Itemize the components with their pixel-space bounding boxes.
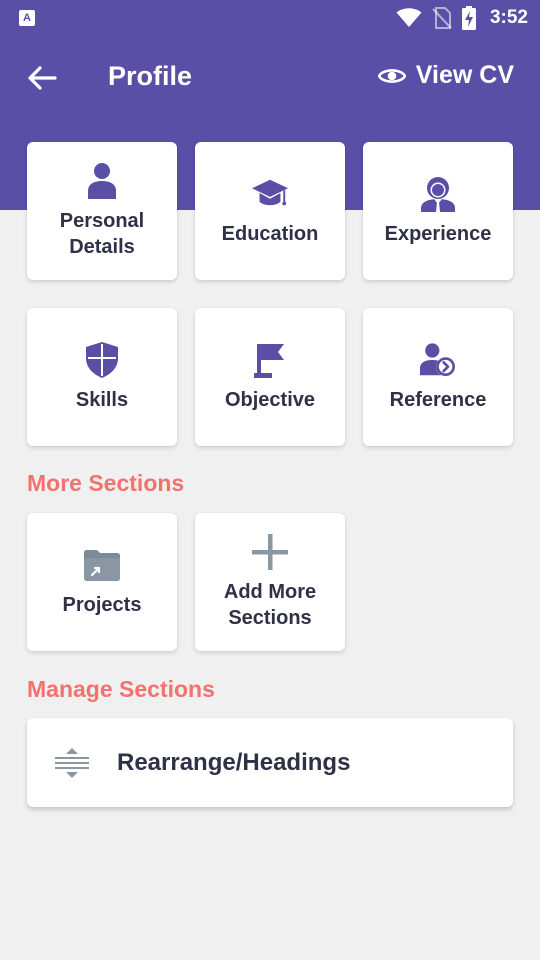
experience-card[interactable]: Experience [363,142,513,280]
skills-card[interactable]: Skills [27,308,177,446]
card-label: Personal Details [59,210,145,258]
reference-card[interactable]: Reference [363,308,513,446]
status-icons: 3:52 [396,6,528,30]
education-card[interactable]: Education [195,142,345,280]
back-button[interactable] [22,60,62,96]
no-sim-icon [432,7,452,29]
business-person-icon [419,175,457,213]
wifi-icon [396,8,422,27]
eye-icon [377,68,406,83]
card-label: Projects [62,594,142,616]
objective-card[interactable]: Objective [195,308,345,446]
person-arrow-icon [419,341,457,379]
reorder-icon [52,743,92,783]
flag-icon [251,341,289,379]
rearrange-headings-card[interactable]: Rearrange/Headings [27,718,513,807]
status-time: 3:52 [489,7,528,28]
manage-sections-heading: Manage Sections [27,676,215,702]
card-label: Skills [75,389,129,411]
graduation-cap-icon [251,175,289,213]
card-label: Experience [384,223,492,245]
personal-details-card[interactable]: Personal Details [27,142,177,280]
plus-icon [251,533,289,571]
app-bar: Profile View CV [0,48,540,108]
battery-charging-icon [461,6,476,30]
projects-card[interactable]: Projects [27,513,177,651]
card-label: Education [221,223,319,245]
shield-icon [83,341,121,379]
folder-icon [83,546,121,584]
card-label: Add More Sections [223,581,317,629]
page-title: Profile [108,61,193,91]
view-cv-button[interactable]: View CV [377,61,514,90]
app-notification-icon: A [19,10,35,26]
status-bar: A 3:52 [0,0,540,38]
more-sections-heading: More Sections [27,470,185,496]
view-cv-label: View CV [415,61,514,89]
person-icon [83,162,121,200]
add-more-sections-card[interactable]: Add More Sections [195,513,345,651]
rearrange-headings-label: Rearrange/Headings [117,748,351,776]
card-label: Reference [389,389,487,411]
arrow-left-icon [28,66,57,90]
card-label: Objective [224,389,316,411]
